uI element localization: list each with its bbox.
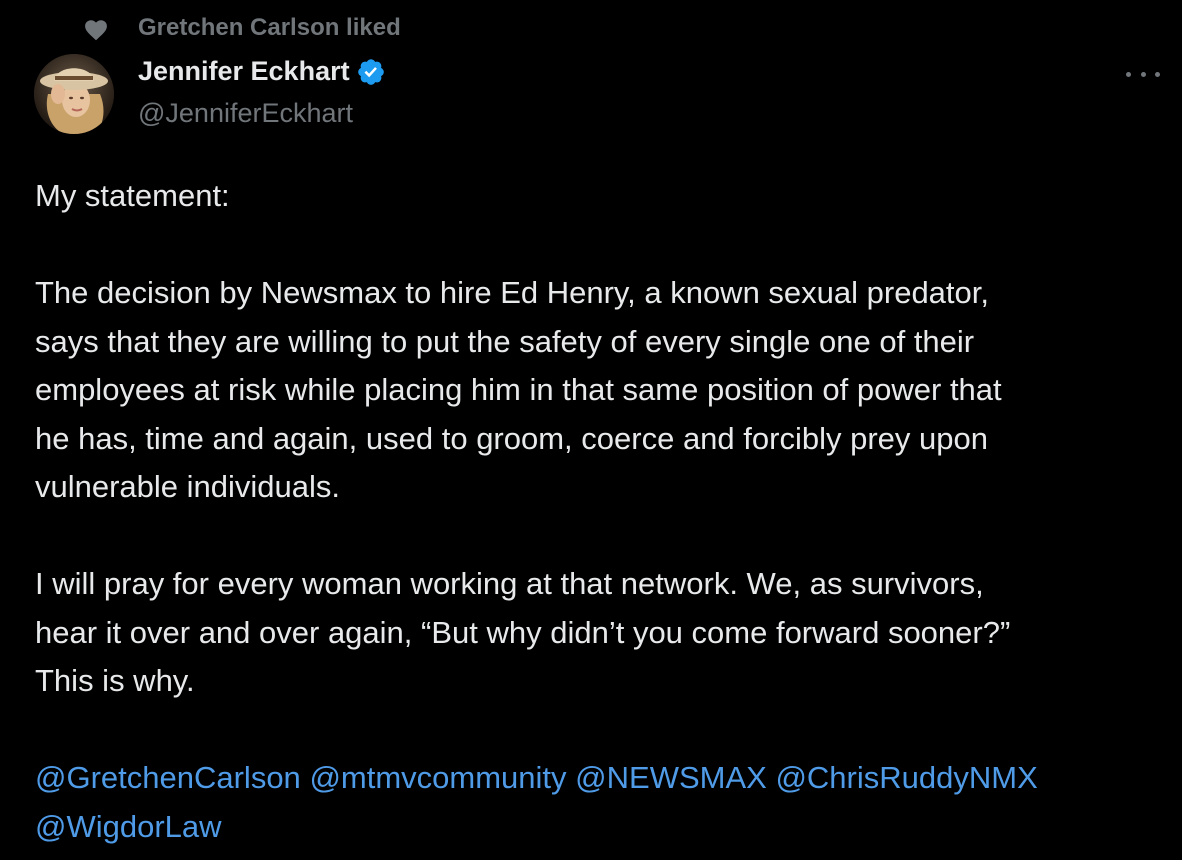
more-dot	[1140, 71, 1146, 77]
more-dot	[1155, 71, 1160, 77]
mention-link[interactable]: @WigdorLaw	[35, 809, 222, 844]
mention-link[interactable]: @mtmvcommunity	[309, 760, 566, 795]
mentions-line: @GretchenCarlson @mtmvcommunity @NEWSMAX…	[35, 754, 1155, 803]
more-options-icon[interactable]	[1126, 62, 1160, 86]
paragraph-break	[35, 706, 1155, 755]
more-dot	[1126, 71, 1131, 77]
tweet-line: hear it over and over again, “But why di…	[35, 614, 1011, 650]
display-name[interactable]: Jennifer Eckhart	[138, 56, 350, 87]
tweet-line: employees at risk while placing him in t…	[35, 372, 1002, 407]
tweet-line: The decision by Newsmax to hire Ed Henry…	[35, 275, 990, 310]
mention-link[interactable]: @NEWSMAX	[575, 760, 767, 795]
mention-link[interactable]: @ChrisRuddyNMX	[775, 760, 1037, 795]
social-context-label: Gretchen Carlson liked	[138, 14, 401, 41]
tweet-line: vulnerable individuals.	[35, 469, 341, 504]
tweet-line: says that they are willing to put the sa…	[35, 323, 975, 359]
verified-badge-icon	[357, 58, 384, 85]
tweet-line: My statement:	[35, 178, 230, 213]
heart-icon	[85, 20, 107, 41]
author-handle[interactable]: @JenniferEckhart	[138, 98, 353, 129]
paragraph-break	[35, 221, 1155, 270]
tweet-text: My statement: The decision by Newsmax to…	[35, 172, 1155, 851]
tweet-line: he has, time and again, used to groom, c…	[35, 420, 988, 456]
tweet-line: I will pray for every woman working at t…	[35, 566, 984, 601]
author-name-row[interactable]: Jennifer Eckhart	[138, 56, 386, 87]
avatar[interactable]	[34, 54, 114, 134]
mention-link[interactable]: @GretchenCarlson	[35, 760, 301, 795]
mentions-line: @WigdorLaw	[35, 803, 1155, 852]
tweet[interactable]: Gretchen Carlson liked Jennifer Eckhart …	[0, 0, 1182, 860]
tweet-line: This is why.	[35, 663, 195, 698]
paragraph-break	[35, 512, 1155, 561]
avatar-image	[34, 54, 114, 134]
